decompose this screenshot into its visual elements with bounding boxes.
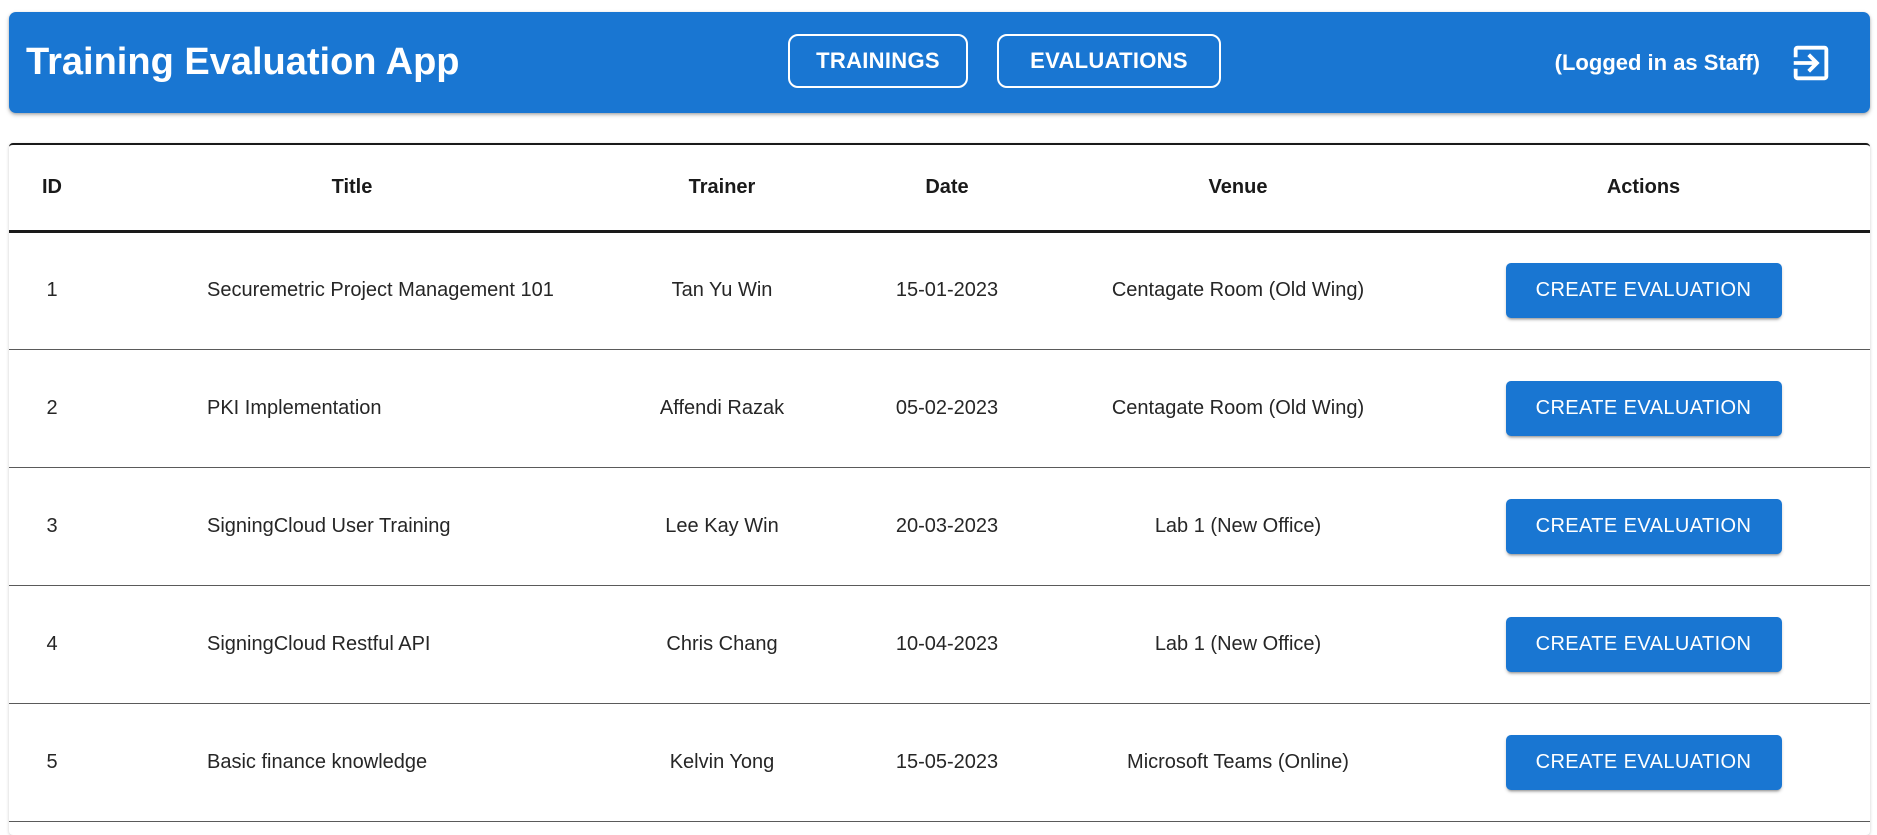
cell-actions: CREATE EVALUATION bbox=[1417, 703, 1870, 821]
cell-id: 2 bbox=[46, 396, 58, 419]
table-row: 5 Basic finance knowledge Kelvin Yong 15… bbox=[9, 703, 1870, 821]
create-evaluation-button[interactable]: CREATE EVALUATION bbox=[1505, 380, 1782, 436]
cell-date: 20-03-2023 bbox=[895, 514, 999, 537]
cell-title: SigningCloud User Training bbox=[207, 514, 451, 537]
cell-date: 15-05-2023 bbox=[895, 750, 999, 773]
table-row: 1 Securemetric Project Management 101 Ta… bbox=[9, 231, 1870, 349]
cell-date: 15-01-2023 bbox=[895, 279, 999, 301]
cell-venue: Lab 1 (New Office) bbox=[1154, 514, 1322, 537]
table-row: 3 SigningCloud User Training Lee Kay Win… bbox=[9, 467, 1870, 585]
logout-icon bbox=[1793, 45, 1829, 81]
cell-trainer: Lee Kay Win bbox=[665, 514, 779, 537]
logout-button[interactable] bbox=[1788, 40, 1834, 86]
column-header-venue: Venue bbox=[1208, 175, 1268, 198]
cell-trainer: Tan Yu Win bbox=[671, 279, 773, 301]
cell-trainer: Affendi Razak bbox=[659, 396, 785, 419]
cell-id: 3 bbox=[46, 514, 58, 537]
table-row: 2 PKI Implementation Affendi Razak 05-02… bbox=[9, 349, 1870, 467]
cell-title: Securemetric Project Management 101 bbox=[207, 279, 554, 301]
user-status: (Logged in as Staff) bbox=[1554, 50, 1760, 75]
cell-date: 10-04-2023 bbox=[895, 632, 999, 655]
column-header-trainer: Trainer bbox=[688, 175, 756, 198]
app-title: Training Evaluation App bbox=[26, 41, 460, 83]
app-header: Training Evaluation App TRAININGS EVALUA… bbox=[9, 12, 1870, 113]
cell-id: 5 bbox=[46, 750, 58, 773]
cell-title: Basic finance knowledge bbox=[207, 750, 428, 773]
cell-id: 1 bbox=[46, 279, 58, 301]
column-header-title: Title bbox=[331, 175, 373, 198]
cell-trainer: Kelvin Yong bbox=[669, 750, 775, 773]
cell-actions: CREATE EVALUATION bbox=[1417, 585, 1870, 703]
column-header-date: Date bbox=[925, 175, 969, 198]
cell-trainer: Chris Chang bbox=[666, 632, 778, 655]
create-evaluation-button[interactable]: CREATE EVALUATION bbox=[1505, 616, 1782, 672]
table-row: 4 SigningCloud Restful API Chris Chang 1… bbox=[9, 585, 1870, 703]
cell-venue: Centagate Room (Old Wing) bbox=[1111, 396, 1365, 419]
create-evaluation-button[interactable]: CREATE EVALUATION bbox=[1505, 263, 1782, 318]
cell-actions: CREATE EVALUATION bbox=[1417, 231, 1870, 349]
cell-actions: CREATE EVALUATION bbox=[1417, 467, 1870, 585]
cell-venue: Microsoft Teams (Online) bbox=[1127, 750, 1349, 773]
cell-date: 05-02-2023 bbox=[895, 396, 999, 419]
trainings-table-card: ID Title Trainer Date Venue Actions 1 Se… bbox=[9, 143, 1870, 835]
table-header-row: ID Title Trainer Date Venue Actions bbox=[9, 145, 1870, 231]
cell-id: 4 bbox=[46, 632, 58, 655]
cell-venue: Lab 1 (New Office) bbox=[1154, 632, 1322, 655]
nav-trainings-button[interactable]: TRAININGS bbox=[788, 34, 968, 88]
create-evaluation-button[interactable]: CREATE EVALUATION bbox=[1505, 734, 1782, 790]
cell-actions: CREATE EVALUATION bbox=[1417, 349, 1870, 467]
cell-title: PKI Implementation bbox=[207, 396, 382, 419]
nav-evaluations-button[interactable]: EVALUATIONS bbox=[997, 34, 1221, 88]
create-evaluation-button[interactable]: CREATE EVALUATION bbox=[1505, 498, 1782, 554]
cell-venue: Centagate Room (Old Wing) bbox=[1111, 279, 1365, 301]
column-header-actions: Actions bbox=[1606, 175, 1681, 198]
cell-title: SigningCloud Restful API bbox=[207, 632, 431, 655]
column-header-id: ID bbox=[42, 175, 62, 198]
trainings-table: ID Title Trainer Date Venue Actions 1 Se… bbox=[9, 145, 1870, 822]
